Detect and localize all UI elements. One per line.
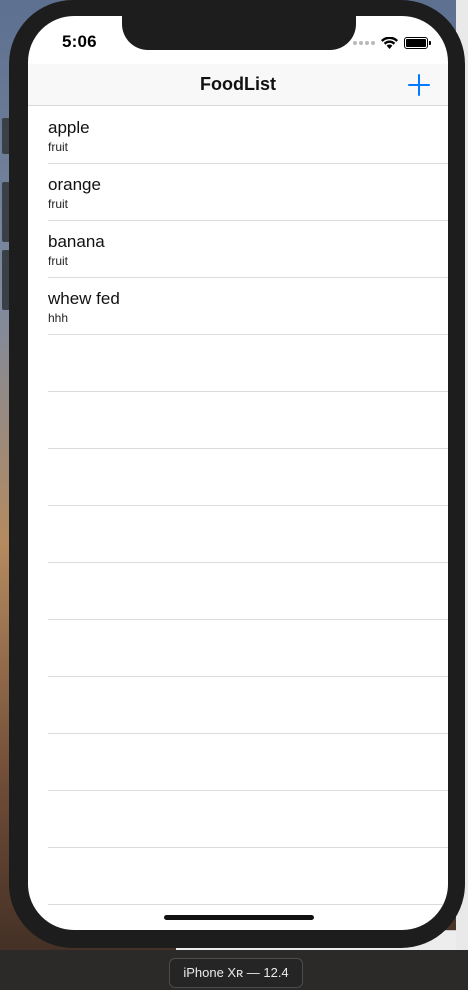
food-name: whew fed [48,289,120,308]
home-indicator[interactable] [164,915,314,920]
table-row[interactable]: banana fruit [28,221,448,278]
empty-table-row [28,791,448,848]
wifi-icon [381,37,398,49]
empty-table-row [28,335,448,392]
battery-icon [404,37,431,49]
plus-icon [408,74,430,96]
empty-table-row [28,563,448,620]
food-category: fruit [48,140,69,154]
status-time: 5:06 [62,32,97,51]
food-category: hhh [48,311,69,325]
cellular-signal-icon [353,41,375,45]
food-category: fruit [48,254,69,268]
add-food-button[interactable] [404,70,434,100]
empty-rows-container [28,335,448,905]
food-category: fruit [48,197,69,211]
nav-title: FoodList [200,74,276,94]
status-indicators [353,36,431,50]
empty-table-row [28,734,448,791]
table-row[interactable]: apple fruit [28,107,448,164]
simulator-device-label: iPhone Xʀ — 12.4 [169,958,303,988]
empty-table-row [28,848,448,905]
food-name: orange [48,175,101,194]
empty-table-row [28,677,448,734]
device-screen: 5:06 FoodList apple fruit orange fruit b… [28,16,448,930]
empty-table-row [28,392,448,449]
food-table[interactable]: apple fruit orange fruit banana fruit wh… [28,107,448,905]
navigation-bar: FoodList [28,64,448,106]
empty-table-row [28,620,448,677]
iphone-device-frame: 5:06 FoodList apple fruit orange fruit b… [9,0,465,948]
empty-table-row [28,449,448,506]
empty-table-row [28,506,448,563]
food-name: banana [48,232,105,251]
table-row[interactable]: whew fed hhh [28,278,448,335]
table-row[interactable]: orange fruit [28,164,448,221]
food-name: apple [48,118,90,137]
device-notch [122,16,356,50]
